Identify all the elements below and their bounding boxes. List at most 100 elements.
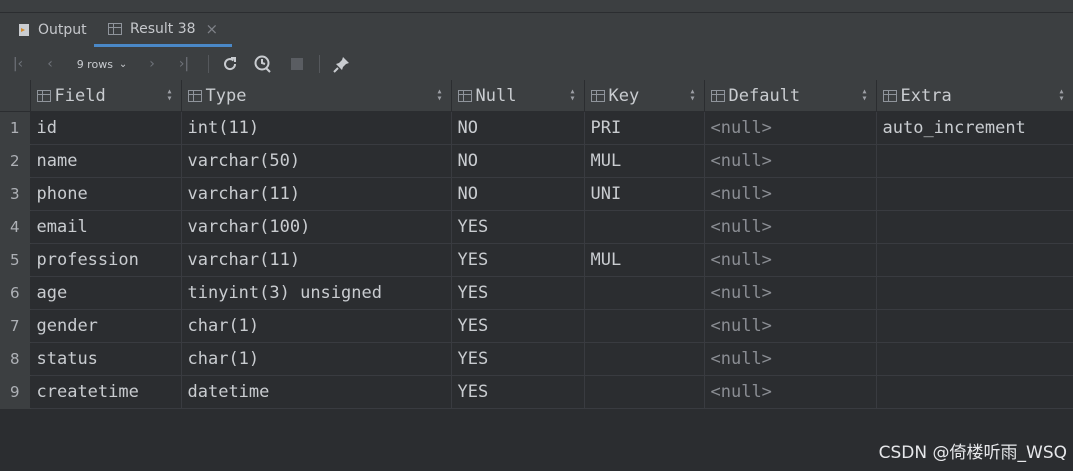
table-cell[interactable]: <null> [704,342,877,376]
stop-icon[interactable] [287,48,307,80]
table-cell[interactable]: <null> [704,144,877,178]
table-row[interactable]: 1 id int(11) NO PRI <null> auto_incremen… [0,111,1073,145]
table-cell[interactable]: YES [451,375,585,409]
table-row[interactable]: 8 status char(1) YES <null> [0,342,1073,376]
tab-output[interactable]: Output [16,13,87,47]
table-cell[interactable]: <null> [704,177,877,211]
table-cell[interactable] [876,177,1073,211]
table-cell[interactable]: datetime [181,375,452,409]
sort-icon[interactable]: ▴ ▾ [1058,87,1064,104]
column-header-label: Field [54,85,106,106]
table-cell[interactable]: YES [451,342,585,376]
header-row: Field ▴ ▾ Type ▴ ▾ Null ▴ ▾ Key ▴ ▾ Default ▴ ▾ Ex… [0,80,1073,112]
previous-page-icon[interactable]: ‹ [40,48,60,80]
table-cell[interactable] [876,375,1073,409]
table-cell[interactable]: createtime [30,375,182,409]
table-row[interactable]: 5 profession varchar(11) YES MUL <null> [0,243,1073,277]
column-icon [882,89,897,102]
column-header-label: Default [728,85,801,106]
table-cell[interactable]: <null> [704,243,877,277]
table-cell[interactable]: YES [451,276,585,310]
table-cell[interactable]: varchar(50) [181,144,452,178]
table-row[interactable]: 2 name varchar(50) NO MUL <null> [0,144,1073,178]
result-toolbar: |‹ ‹ 9 rows ⌄ › ›| [0,48,1073,81]
sort-icon[interactable]: ▴ ▾ [569,87,575,104]
table-cell[interactable]: <null> [704,309,877,343]
table-cell[interactable]: tinyint(3) unsigned [181,276,452,310]
table-cell[interactable]: int(11) [181,111,452,145]
table-cell[interactable]: <null> [704,210,877,244]
history-icon[interactable] [252,48,274,80]
table-cell[interactable]: NO [451,111,585,145]
table-cell[interactable]: MUL [584,144,705,178]
column-icon [710,89,725,102]
table-row[interactable]: 3 phone varchar(11) NO UNI <null> [0,177,1073,211]
table-cell[interactable]: varchar(100) [181,210,452,244]
sort-icon[interactable]: ▴ ▾ [166,87,172,104]
table-cell[interactable]: status [30,342,182,376]
column-header-default[interactable]: Default ▴ ▾ [704,80,877,112]
sort-icon[interactable]: ▴ ▾ [689,87,695,104]
table-cell[interactable]: YES [451,243,585,277]
table-cell[interactable]: PRI [584,111,705,145]
row-number: 2 [0,144,31,178]
table-cell[interactable]: age [30,276,182,310]
toolbar-divider [319,55,320,73]
table-row[interactable]: 9 createtime datetime YES <null> [0,375,1073,409]
column-header-type[interactable]: Type ▴ ▾ [181,80,452,112]
table-cell[interactable] [876,342,1073,376]
table-cell[interactable]: name [30,144,182,178]
pin-icon[interactable] [331,48,353,80]
table-cell[interactable]: char(1) [181,309,452,343]
column-header-extra[interactable]: Extra ▴ ▾ [876,80,1073,112]
table-cell[interactable]: char(1) [181,342,452,376]
table-cell[interactable] [584,375,705,409]
rows-dropdown[interactable]: 9 rows ⌄ [70,48,134,80]
table-cell[interactable]: gender [30,309,182,343]
sort-icon[interactable]: ▴ ▾ [436,87,442,104]
close-icon[interactable]: × [206,20,219,38]
table-cell[interactable]: phone [30,177,182,211]
table-cell[interactable] [584,276,705,310]
table-cell[interactable]: auto_increment [876,111,1073,145]
column-header-key[interactable]: Key ▴ ▾ [584,80,705,112]
table-row[interactable]: 6 age tinyint(3) unsigned YES <null> [0,276,1073,310]
table-cell[interactable]: varchar(11) [181,243,452,277]
table-cell[interactable] [876,210,1073,244]
table-cell[interactable] [876,144,1073,178]
table-cell[interactable] [876,276,1073,310]
next-page-icon[interactable]: › [142,48,162,80]
result-tabs-bar: Output Result 38 × [0,0,1073,49]
last-page-icon[interactable]: ›| [174,48,194,80]
tab-result[interactable]: Result 38 × [94,13,233,47]
column-icon [187,89,202,102]
first-page-icon[interactable]: |‹ [8,48,28,80]
table-cell[interactable] [876,309,1073,343]
table-cell[interactable] [584,210,705,244]
toolbar-divider [208,55,209,73]
table-cell[interactable]: <null> [704,375,877,409]
table-cell[interactable]: <null> [704,276,877,310]
table-cell[interactable]: NO [451,144,585,178]
refresh-icon[interactable] [219,48,241,80]
column-header-null[interactable]: Null ▴ ▾ [451,80,585,112]
table-row[interactable]: 4 email varchar(100) YES <null> [0,210,1073,244]
table-cell[interactable]: <null> [704,111,877,145]
table-cell[interactable]: YES [451,210,585,244]
table-cell[interactable]: profession [30,243,182,277]
column-header-label: Type [205,85,247,106]
table-cell[interactable] [584,342,705,376]
table-cell[interactable] [584,309,705,343]
table-cell[interactable]: id [30,111,182,145]
table-cell[interactable]: UNI [584,177,705,211]
sort-icon[interactable]: ▴ ▾ [861,87,867,104]
column-header-field[interactable]: Field ▴ ▾ [30,80,182,112]
table-cell[interactable] [876,243,1073,277]
table-cell[interactable]: MUL [584,243,705,277]
table-cell[interactable]: email [30,210,182,244]
table-row[interactable]: 7 gender char(1) YES <null> [0,309,1073,343]
table-cell[interactable]: varchar(11) [181,177,452,211]
tab-result-label: Result 38 [130,20,196,37]
table-cell[interactable]: YES [451,309,585,343]
table-cell[interactable]: NO [451,177,585,211]
